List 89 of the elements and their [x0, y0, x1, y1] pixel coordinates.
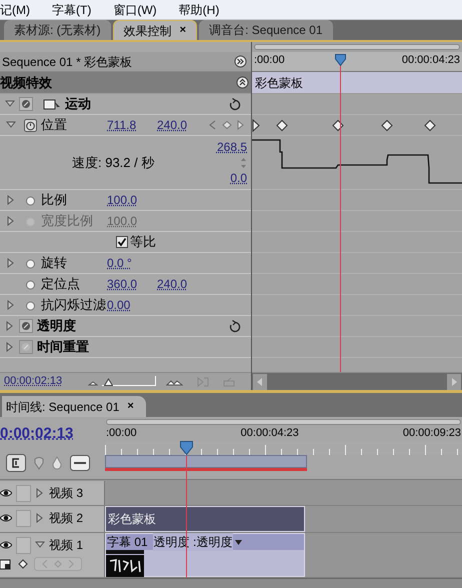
menu-item[interactable]: 窗口(W): [113, 0, 157, 18]
ruler-time-label: :00:00: [254, 53, 285, 68]
value-field[interactable]: 0.00: [107, 296, 157, 314]
close-button[interactable]: ×: [180, 22, 186, 39]
ruler-time-label: 00:00:04:23: [402, 53, 460, 68]
zoom-scrollbar[interactable]: [254, 44, 460, 50]
effect-toggle-icon[interactable]: [19, 319, 33, 333]
expand-triangle-icon[interactable]: [6, 300, 16, 310]
ruler-time-label: :00:00: [106, 426, 137, 441]
effect-name: 透明度: [37, 317, 77, 336]
lock-toggle[interactable]: [16, 484, 31, 502]
zoom-scrollbar[interactable]: [106, 419, 461, 425]
clip[interactable]: 彩色蒙板: [105, 506, 305, 532]
scroll-right-button[interactable]: [447, 374, 461, 390]
value-field[interactable]: 360.0: [107, 275, 157, 293]
property-label: 比例: [41, 191, 68, 210]
effect-name: 时间重置: [37, 338, 90, 356]
property-label: 宽度比例: [41, 212, 94, 230]
eye-icon[interactable]: [0, 513, 12, 523]
checkbox-label: 等比: [130, 233, 156, 252]
track-name: 视频 3: [49, 485, 84, 502]
effect-toggle-icon[interactable]: [19, 340, 33, 354]
expand-triangle-icon[interactable]: [6, 195, 16, 205]
panel-tab[interactable]: 调音台: Sequence 01: [199, 20, 333, 40]
track-name: 视频 1: [49, 537, 84, 554]
resize-icon: [240, 158, 247, 168]
dropdown-caret-icon[interactable]: [235, 540, 242, 544]
snap-button[interactable]: [6, 454, 26, 472]
display-style-icon[interactable]: [0, 558, 12, 570]
stopwatch-icon[interactable]: [24, 256, 37, 270]
ruler-time-label: 00:00:04:23: [240, 426, 299, 441]
expand-triangle-icon[interactable]: [6, 258, 16, 268]
collapse-section-button[interactable]: [236, 76, 249, 89]
graph-min-value[interactable]: 0.0: [230, 169, 247, 187]
keyframe-icon[interactable]: [18, 559, 28, 569]
menu-item[interactable]: 记(M): [0, 0, 30, 18]
expand-triangle-icon[interactable]: [35, 513, 45, 523]
drop-icon[interactable]: [52, 456, 62, 470]
collapse-triangle-icon[interactable]: [6, 120, 16, 130]
property-label: 定位点: [41, 275, 81, 294]
property-label: 位置: [41, 116, 68, 134]
expand-triangle-icon[interactable]: [5, 342, 15, 352]
close-button[interactable]: ×: [127, 398, 134, 415]
property-label: 抗闪烁过滤: [41, 296, 107, 314]
track-name: 视频 2: [49, 510, 84, 527]
value-field[interactable]: 240.0: [157, 275, 207, 293]
value-field[interactable]: 240.0: [157, 116, 207, 134]
graph-max-value[interactable]: 268.5: [216, 138, 247, 156]
section-header: 视频特效: [0, 74, 52, 92]
collapse-triangle-icon[interactable]: [35, 540, 45, 550]
playhead[interactable]: [180, 441, 194, 455]
zoom-slider[interactable]: [102, 376, 156, 386]
stopwatch-icon[interactable]: [24, 278, 37, 290]
lock-toggle[interactable]: [16, 536, 31, 554]
ruler-time-label: 00:00:09:23: [402, 426, 461, 441]
value-field[interactable]: 0.0 °: [107, 254, 157, 272]
clip-name-label: 字幕 01: [106, 534, 149, 551]
effect-name: 运动: [65, 95, 92, 114]
panel-tab[interactable]: 素材源: (无素材): [4, 20, 111, 40]
property-label: 旋转: [41, 254, 68, 272]
stopwatch-icon[interactable]: [24, 298, 37, 312]
add-marker-button[interactable]: [70, 454, 90, 470]
panel-tab[interactable]: 效果控制 ×: [112, 20, 198, 40]
panel-tab[interactable]: 时间线: Sequence 01 ×: [2, 396, 146, 417]
menu-item[interactable]: 帮助(H): [178, 0, 220, 18]
stopwatch-icon[interactable]: [24, 194, 37, 206]
value-field[interactable]: 711.8: [107, 116, 157, 134]
expand-timeline-button[interactable]: [234, 55, 247, 68]
eye-icon[interactable]: [0, 540, 12, 550]
slider-thumb[interactable]: [104, 378, 114, 386]
eye-icon[interactable]: [0, 488, 12, 498]
clip-name-label: 彩色蒙板: [255, 74, 303, 92]
timecode-field[interactable]: 0:00:02:13: [0, 423, 105, 446]
collapse-triangle-icon[interactable]: [5, 99, 15, 109]
expand-triangle-icon[interactable]: [5, 321, 15, 331]
menu-item[interactable]: 字幕(T): [52, 0, 92, 18]
speed-label: 速度: 93.2 / 秒: [72, 154, 154, 172]
checkbox[interactable]: [116, 236, 128, 248]
lock-toggle[interactable]: [16, 510, 31, 526]
playhead[interactable]: [335, 54, 346, 66]
clip-path-label: Sequence 01 * 彩色蒙板: [2, 54, 132, 70]
marker-icon[interactable]: [34, 456, 44, 470]
stopwatch-icon[interactable]: [24, 118, 37, 132]
expand-triangle-icon[interactable]: [35, 488, 45, 498]
reset-icon[interactable]: [228, 320, 241, 332]
scroll-left-button[interactable]: [253, 374, 267, 390]
effect-toggle-icon[interactable]: [19, 97, 33, 111]
reset-icon[interactable]: [228, 98, 241, 110]
value-field[interactable]: 100.0: [107, 191, 157, 209]
